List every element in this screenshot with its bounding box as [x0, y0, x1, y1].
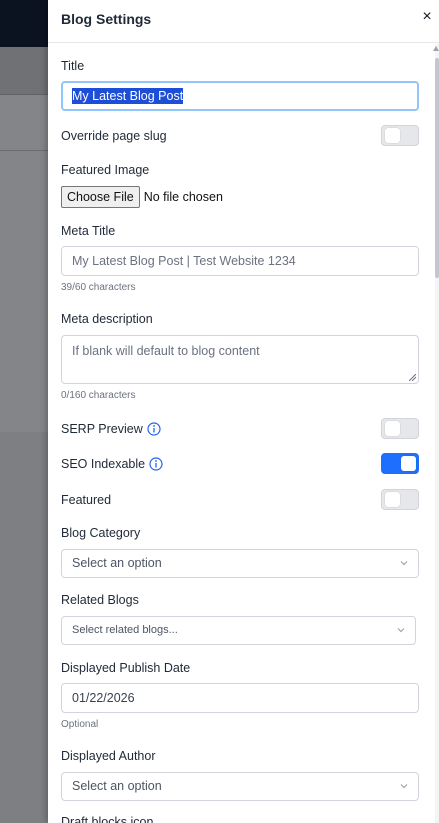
background-toolbar [0, 47, 48, 95]
next-field-label: Draft blocks icon [61, 815, 154, 823]
background-divider [0, 150, 48, 151]
publish-date-input[interactable]: 01/22/2026 [61, 683, 419, 713]
serp-preview-row: SERP Preview [61, 422, 161, 436]
background-page [0, 0, 48, 823]
featured-image-label: Featured Image [61, 163, 150, 177]
serp-preview-toggle[interactable] [381, 418, 419, 439]
serp-preview-label: SERP Preview [61, 422, 143, 436]
meta-title-label: Meta Title [61, 224, 116, 238]
toggle-knob [385, 128, 400, 143]
title-input[interactable]: My Latest Blog Post [61, 81, 419, 111]
scroll-up-arrow-icon[interactable] [433, 46, 439, 51]
title-input-value: My Latest Blog Post [72, 88, 184, 104]
publish-date-label: Displayed Publish Date [61, 661, 191, 675]
chevron-down-icon [400, 784, 408, 789]
publish-date-value: 01/22/2026 [72, 691, 135, 705]
info-icon[interactable] [149, 457, 163, 471]
toggle-knob [385, 421, 400, 436]
related-blogs-select[interactable]: Select related blogs... [61, 616, 416, 645]
drawer-header: Blog Settings × [48, 0, 439, 43]
meta-description-label: Meta description [61, 312, 153, 326]
file-status: No file chosen [143, 190, 223, 204]
toggle-knob [385, 492, 400, 507]
toggle-knob [401, 456, 416, 471]
meta-description-textarea[interactable]: If blank will default to blog content [61, 335, 419, 384]
featured-image-file-input: Choose File No file chosen [61, 186, 223, 208]
related-blogs-value: Select related blogs... [72, 624, 178, 636]
scrollbar-thumb[interactable] [435, 58, 439, 278]
background-topbar [0, 0, 48, 47]
drawer-title: Blog Settings [61, 11, 152, 27]
seo-indexable-row: SEO Indexable [61, 457, 163, 471]
chevron-down-icon [397, 628, 405, 633]
chevron-down-icon [400, 561, 408, 566]
meta-title-placeholder: My Latest Blog Post | Test Website 1234 [72, 254, 296, 268]
blog-category-label: Blog Category [61, 526, 141, 540]
background-panel [0, 95, 48, 432]
title-label: Title [61, 59, 85, 73]
override-slug-label: Override page slug [61, 129, 167, 143]
blog-category-value: Select an option [72, 556, 162, 570]
related-blogs-label: Related Blogs [61, 593, 139, 607]
featured-toggle[interactable] [381, 489, 419, 510]
publish-date-hint: Optional [61, 719, 99, 730]
author-select[interactable]: Select an option [61, 772, 419, 801]
resize-grip-icon[interactable] [409, 374, 416, 381]
meta-description-placeholder: If blank will default to blog content [72, 344, 260, 358]
author-label: Displayed Author [61, 749, 156, 763]
meta-title-count: 39/60 characters [61, 282, 136, 293]
info-icon[interactable] [147, 422, 161, 436]
author-value: Select an option [72, 779, 162, 793]
seo-indexable-toggle[interactable] [381, 453, 419, 474]
meta-description-count: 0/160 characters [61, 390, 136, 401]
override-slug-toggle[interactable] [381, 125, 419, 146]
blog-category-select[interactable]: Select an option [61, 549, 419, 578]
blog-settings-drawer: Blog Settings × Title My Latest Blog Pos… [48, 0, 439, 823]
meta-title-input[interactable]: My Latest Blog Post | Test Website 1234 [61, 246, 419, 276]
seo-indexable-label: SEO Indexable [61, 457, 146, 471]
featured-label: Featured [61, 493, 112, 507]
close-icon[interactable]: × [420, 8, 434, 26]
choose-file-button[interactable]: Choose File [61, 186, 140, 208]
